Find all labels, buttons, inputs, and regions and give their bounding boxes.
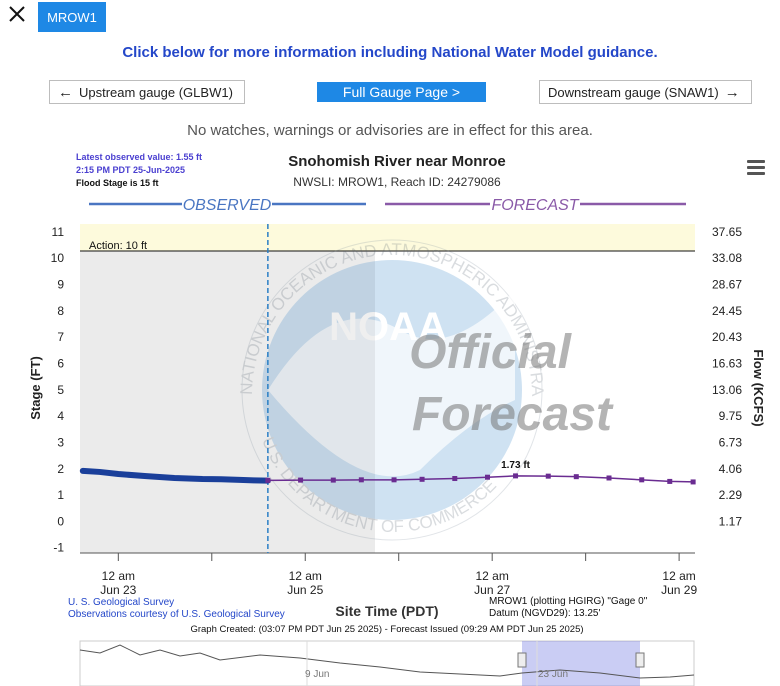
observed-series-line xyxy=(79,467,271,484)
navigator-line xyxy=(79,644,695,679)
forecast-point xyxy=(419,476,425,482)
peak-label: 1.73 ft xyxy=(501,460,531,471)
full-gauge-page-button[interactable]: Full Gauge Page > xyxy=(317,82,486,102)
hamburger-menu-icon[interactable] xyxy=(747,160,765,176)
seal-bottom-text: U.S. DEPARTMENT OF COMMERCE xyxy=(258,434,500,536)
advisory-text: No watches, warnings or advisories are i… xyxy=(187,122,593,139)
forecast-point xyxy=(298,477,304,483)
forecast-point xyxy=(606,475,612,481)
y-tick-right-6: 13.06 xyxy=(712,383,742,397)
y-tick-left-5: 6 xyxy=(57,356,64,370)
arrow-right-icon: → xyxy=(724,83,740,101)
chart-title: Snohomish River near Monroe xyxy=(288,153,506,170)
navigator-tick-1: 9 Jun xyxy=(305,669,329,680)
chart-subtitle: NWSLI: MROW1, Reach ID: 24279086 xyxy=(293,175,501,189)
action-label: Action: 10 ft xyxy=(89,240,147,252)
y-tick-right-7: 9.75 xyxy=(719,409,743,423)
upstream-gauge-label: Upstream gauge (GLBW1) xyxy=(79,84,233,100)
forecast-point xyxy=(513,473,519,479)
forecast-series-line xyxy=(267,475,694,483)
observed-shading xyxy=(80,224,375,553)
tab-mrow1[interactable]: MROW1 xyxy=(38,2,106,32)
observed-label: OBSERVED xyxy=(183,197,272,214)
forecast-point xyxy=(330,477,336,483)
navigator-selection xyxy=(522,641,640,686)
y-tick-left-7: 4 xyxy=(57,409,64,423)
x-tick-label-0-time: 12 am xyxy=(102,569,135,583)
watermark-forecast: Forecast xyxy=(412,388,614,441)
forecast-label: FORECAST xyxy=(491,197,579,214)
svg-text:U.S. DEPARTMENT OF COMMERCE: U.S. DEPARTMENT OF COMMERCE xyxy=(258,434,500,536)
forecast-point xyxy=(690,479,696,485)
y-tick-right-10: 2.29 xyxy=(719,488,743,502)
y-tick-left-12: -1 xyxy=(53,541,64,555)
y-tick-left-8: 3 xyxy=(57,435,64,449)
navigator-handle-right[interactable] xyxy=(635,652,645,668)
range-navigator: 9 Jun 23 Jun xyxy=(79,640,695,686)
arrow-left-icon: ← xyxy=(58,83,73,101)
navigator-handle-left[interactable] xyxy=(517,652,527,668)
forecast-point xyxy=(573,474,579,480)
latest-observed-line2: 2:15 PM PDT 25-Jun-2025 xyxy=(76,165,185,175)
x-tick-label-3-date: Jun 29 xyxy=(661,583,697,597)
watermark-noaa: NOAA xyxy=(329,305,447,349)
plotting-line2: Datum (NGVD29): 13.25' xyxy=(489,608,600,619)
y-tick-right-3: 24.45 xyxy=(712,304,742,318)
y-tick-right-11: 1.17 xyxy=(719,514,743,528)
y-tick-right-9: 4.06 xyxy=(719,462,743,476)
x-tick-label-1-time: 12 am xyxy=(289,569,322,583)
y-tick-right-2: 28.67 xyxy=(712,278,742,292)
action-band xyxy=(80,224,695,251)
forecast-point xyxy=(265,477,271,483)
usgs-line1: U. S. Geological Survey xyxy=(68,597,174,608)
navigator-tick-2: 23 Jun xyxy=(538,669,568,680)
y-tick-right-8: 6.73 xyxy=(719,435,743,449)
forecast-point xyxy=(452,476,458,482)
forecast-point xyxy=(667,478,673,484)
downstream-gauge-button[interactable]: Downstream gauge (SNAW1) → xyxy=(539,80,752,104)
y-tick-left-0: 11 xyxy=(52,225,65,239)
x-tick-label-0-date: Jun 23 xyxy=(100,583,136,597)
x-axis-label: Site Time (PDT) xyxy=(335,603,438,619)
y-tick-right-4: 20.43 xyxy=(712,330,742,344)
usgs-line2: Observations courtesy of U.S. Geological… xyxy=(68,609,285,620)
latest-observed-line1: Latest observed value: 1.55 ft xyxy=(76,152,202,162)
plotting-line1: MROW1 (plotting HGIRG) "Gage 0" xyxy=(489,596,648,607)
y-tick-left-9: 2 xyxy=(57,462,64,476)
flood-stage-text: Flood Stage is 15 ft xyxy=(76,178,159,188)
y-tick-left-10: 1 xyxy=(57,488,64,502)
forecast-point xyxy=(391,477,397,483)
forecast-point xyxy=(545,473,551,479)
watermark-official: Official xyxy=(409,326,573,379)
y-tick-left-3: 8 xyxy=(57,304,64,318)
info-link[interactable]: Click below for more information includi… xyxy=(0,44,780,61)
x-tick-label-2-time: 12 am xyxy=(476,569,509,583)
x-tick-label-1-date: Jun 25 xyxy=(287,583,323,597)
upstream-gauge-button[interactable]: ← Upstream gauge (GLBW1) xyxy=(49,80,245,104)
downstream-gauge-label: Downstream gauge (SNAW1) xyxy=(548,84,719,100)
y-axis-left-label: Stage (FT) xyxy=(28,356,43,420)
y-tick-left-4: 7 xyxy=(57,330,64,344)
graph-created-text: Graph Created: (03:07 PM PDT Jun 25 2025… xyxy=(190,624,583,635)
y-tick-right-5: 16.63 xyxy=(712,356,742,370)
y-tick-left-11: 0 xyxy=(57,514,64,528)
forecast-point xyxy=(485,474,491,480)
tab-label: MROW1 xyxy=(47,9,97,25)
y-tick-left-6: 5 xyxy=(57,383,64,397)
forecast-point xyxy=(639,477,645,483)
y-tick-left-1: 10 xyxy=(51,251,65,265)
y-tick-right-0: 37.65 xyxy=(712,225,742,239)
x-tick-label-2-date: Jun 27 xyxy=(474,583,510,597)
forecast-point xyxy=(358,477,364,483)
y-axis-right-label: Flow (KCFS) xyxy=(751,349,766,426)
close-icon[interactable] xyxy=(6,3,28,25)
y-tick-right-1: 33.08 xyxy=(712,251,742,265)
y-tick-left-2: 9 xyxy=(57,278,64,292)
x-tick-label-3-time: 12 am xyxy=(662,569,695,583)
